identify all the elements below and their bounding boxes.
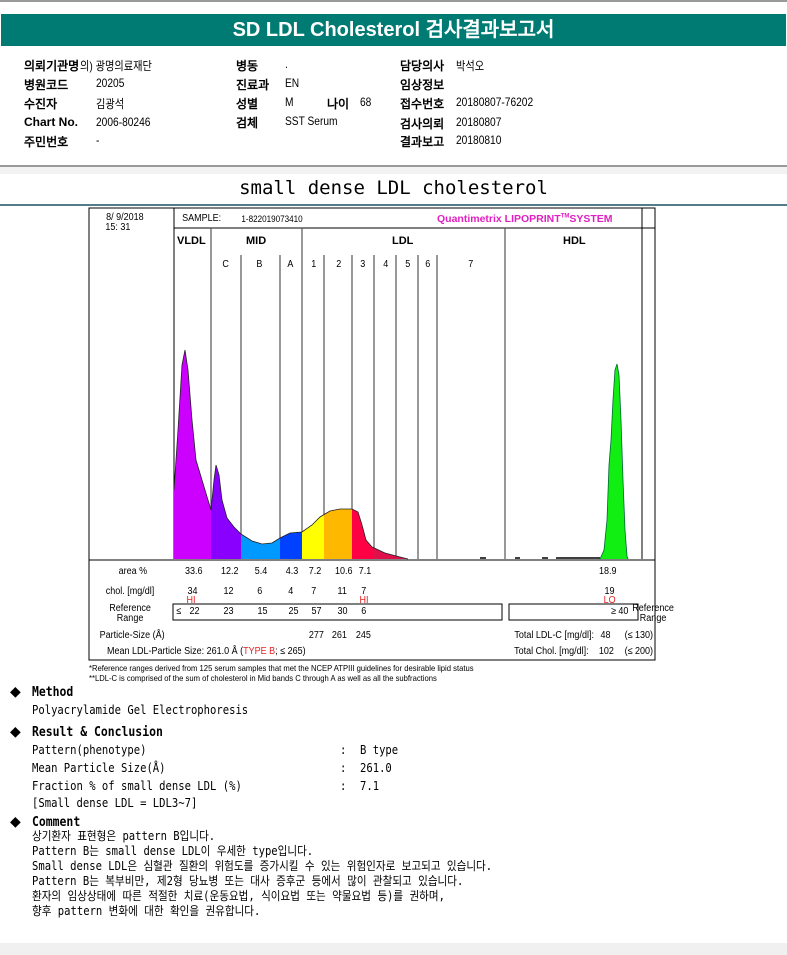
diamond-bullet-icon: ◆ — [10, 724, 21, 740]
ref-value: 6 — [361, 606, 367, 617]
total-chol-label: Total Chol. [mg/dl]: — [514, 646, 589, 657]
area-value: 33.6 — [184, 566, 203, 577]
total-ldl: 48 — [600, 630, 611, 641]
run-time: 15: 31 — [105, 222, 131, 233]
band-1: 1 — [311, 259, 317, 270]
ref-prefix: ≤ — [176, 606, 182, 617]
band-4: 4 — [383, 259, 389, 270]
particle-label: Particle-Size (Å) — [99, 630, 165, 641]
area-value: 4.3 — [285, 566, 299, 577]
method-text: Polyacrylamide Gel Electrophoresis — [32, 703, 249, 717]
chol-value: 7 — [311, 586, 317, 597]
band-b: B — [256, 259, 263, 270]
result-value: B type — [360, 743, 399, 757]
particle-1: 277 — [308, 630, 324, 641]
chol-value: 4 — [288, 586, 294, 597]
ref-label: Reference Range — [109, 603, 151, 624]
sample-label: SAMPLE: — [182, 213, 222, 224]
band-fill-c — [211, 350, 241, 559]
band-c: C — [222, 259, 229, 270]
area-value: 10.6 — [334, 566, 353, 577]
flag-vldl-hi: HI — [186, 595, 196, 606]
band-dividers — [210, 228, 506, 559]
result-title: Result & Conclusion — [32, 725, 163, 740]
footnote-1: *Reference ranges derived from 125 serum… — [89, 663, 474, 673]
band-fill-3 — [352, 350, 374, 559]
method-title: Method — [32, 685, 74, 700]
comment-line: Small dense LDL은 심혈관 질환의 위험도를 증가시킬 수 있는 … — [32, 859, 493, 873]
comment-line: Pattern B는 small dense LDL이 우세한 type입니다. — [32, 844, 314, 858]
band-fill-4-7 — [374, 350, 408, 559]
comment-line: 상기환자 표현형은 pattern B입니다. — [32, 829, 216, 843]
ref-value: 57 — [311, 606, 322, 617]
flag-ldl3-hi: HI — [359, 595, 369, 606]
band-3: 3 — [360, 259, 366, 270]
result-colon: : — [340, 761, 347, 775]
diamond-bullet-icon: ◆ — [10, 684, 21, 700]
band-5: 5 — [405, 259, 411, 270]
total-chol-ref: (≤ 200) — [624, 646, 654, 657]
band-fill-a — [280, 350, 302, 559]
result-label: Fraction % of small dense LDL (%) — [32, 779, 242, 793]
brand-logo: Quantimetrix LIPOPRINTTMSYSTEM — [437, 213, 613, 225]
sample-id: 1-822019073410 — [241, 214, 303, 224]
result-value: 7.1 — [360, 779, 380, 793]
total-ldl-label: Total LDL-C [mg/dl]: — [514, 630, 594, 641]
group-vldl: VLDL — [177, 235, 206, 247]
ref-value: 23 — [223, 606, 234, 617]
chol-value: 12 — [223, 586, 234, 597]
comment-title: Comment — [32, 815, 81, 830]
total-ldl-ref: (≤ 130) — [624, 630, 654, 641]
footnote-2: **LDL-C is comprised of the sum of chole… — [89, 673, 437, 683]
area-value: 7.1 — [358, 566, 372, 577]
report-page: SD LDL Cholesterol 검사결과보고서 의뢰기관명 의) 광명의료… — [0, 0, 787, 955]
ref-value: 15 — [257, 606, 268, 617]
area-value: 7.2 — [308, 566, 322, 577]
lipoprint-densitogram — [88, 207, 656, 661]
band-fill-1 — [302, 350, 324, 559]
band-fill-b — [241, 350, 280, 559]
diamond-bullet-icon: ◆ — [10, 814, 21, 830]
area-value: 12.2 — [220, 566, 239, 577]
particle-3: 245 — [355, 630, 371, 641]
band-6: 6 — [425, 259, 431, 270]
chol-label: chol. [mg/dl] — [105, 586, 155, 597]
band-2: 2 — [336, 259, 342, 270]
group-ldl: LDL — [392, 235, 414, 247]
result-value: 261.0 — [360, 761, 392, 775]
result-colon: : — [340, 743, 347, 757]
total-chol: 102 — [598, 646, 614, 657]
comment-line: 환자의 임상상태에 따른 적절한 치료(운동요법, 식이요법 또는 약물요법 등… — [32, 889, 445, 903]
result-label: Mean Particle Size(Å) — [32, 761, 166, 775]
chol-value: 11 — [337, 586, 347, 597]
mean-size: Mean LDL-Particle Size: 261.0 Å (TYPE B;… — [107, 646, 306, 657]
flag-hdl-lo: LO — [603, 595, 616, 606]
ref-hdl: ≥ 40 — [610, 606, 629, 617]
band-fill-vldl — [174, 350, 211, 559]
result-note: [Small dense LDL = LDL3~7] — [32, 796, 198, 810]
group-hdl: HDL — [563, 235, 586, 247]
band-7: 7 — [468, 259, 474, 270]
band-fill-2 — [324, 350, 352, 559]
group-mid: MID — [246, 235, 267, 247]
area-hdl: 18.9 — [598, 566, 617, 577]
ref-value: 30 — [337, 606, 348, 617]
area-label: area % — [118, 566, 148, 577]
band-a: A — [287, 259, 294, 270]
ref-value: 25 — [288, 606, 299, 617]
footer-band — [0, 943, 787, 955]
ref-value: 22 — [189, 606, 200, 617]
comment-line: 향후 pattern 변화에 대한 확인을 권유합니다. — [32, 904, 261, 918]
area-value: 5.4 — [254, 566, 268, 577]
result-label: Pattern(phenotype) — [32, 743, 147, 757]
ref-label-right: Reference Range — [632, 603, 674, 624]
particle-2: 261 — [331, 630, 347, 641]
comment-line: Pattern B는 복부비만, 제2형 당뇨병 또는 대사 증후군 등에서 많… — [32, 874, 464, 888]
result-colon: : — [340, 779, 347, 793]
chol-value: 6 — [257, 586, 263, 597]
